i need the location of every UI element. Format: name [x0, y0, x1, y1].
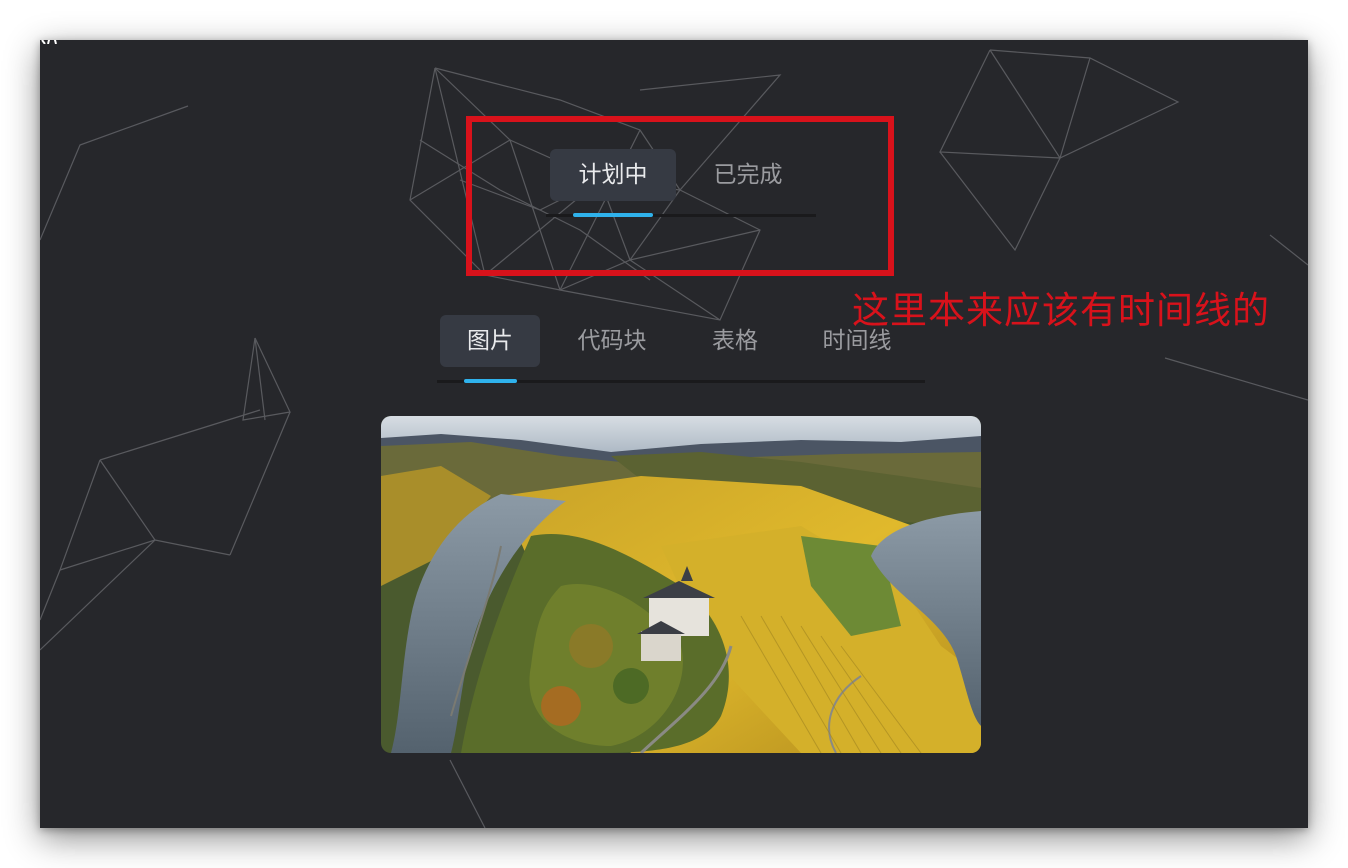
corner-glyph-fragment [41, 40, 57, 44]
landscape-illustration [381, 416, 981, 753]
annotation-note: 这里本来应该有时间线的 [852, 289, 1270, 332]
tab-image[interactable]: 图片 [440, 315, 540, 367]
landscape-image [381, 416, 981, 753]
annotation-highlight-box [466, 116, 894, 276]
content-tabs-indicator [464, 379, 517, 383]
tab-code-block[interactable]: 代码块 [560, 315, 664, 367]
tab-table[interactable]: 表格 [690, 315, 780, 367]
